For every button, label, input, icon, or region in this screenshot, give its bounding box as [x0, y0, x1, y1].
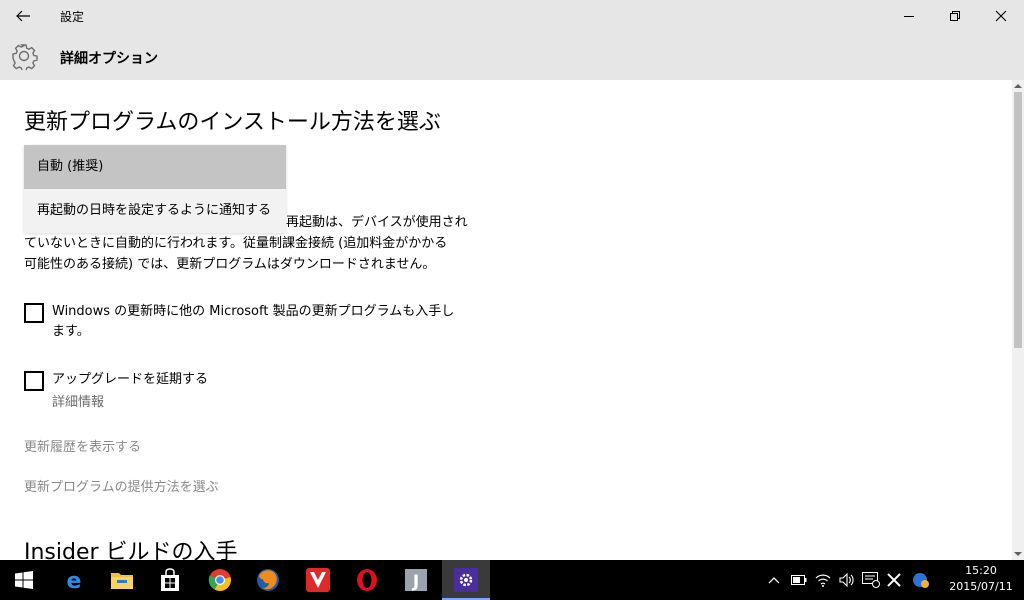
minimize-icon — [904, 16, 914, 17]
learn-more-link[interactable]: 詳細情報 — [52, 391, 104, 410]
close-button[interactable] — [978, 0, 1024, 32]
description-line: ていないときに自動的に行われます。従量制課金接続 (追加料金がかかる — [24, 236, 448, 251]
scroll-down-button[interactable] — [1012, 548, 1024, 560]
minimize-button[interactable] — [886, 0, 932, 32]
taskbar-chrome[interactable] — [196, 560, 244, 600]
start-button[interactable] — [0, 560, 48, 600]
file-explorer-icon — [111, 573, 133, 589]
action-center-button[interactable] — [860, 560, 882, 600]
back-arrow-icon — [16, 10, 30, 22]
close-icon — [995, 10, 1007, 22]
option-automatic[interactable]: 自動 (推奨) — [24, 145, 286, 189]
taskbar-edge[interactable]: e — [50, 560, 98, 600]
microsoft-updates-option[interactable]: Windows の更新時に他の Microsoft 製品の更新プログラムも入手し… — [24, 302, 454, 342]
vertical-scrollbar[interactable] — [1012, 80, 1024, 560]
label-line: Windows の更新時に他の Microsoft 製品の更新プログラムも入手し — [52, 304, 455, 319]
scroll-down-arrow-icon — [1014, 552, 1022, 556]
taskbar-clock[interactable]: 15:20 2015/07/11 — [946, 563, 1016, 595]
microsoft-updates-label: Windows の更新時に他の Microsoft 製品の更新プログラムも入手し… — [52, 302, 454, 342]
taskbar-vivaldi[interactable] — [294, 560, 342, 600]
restore-button[interactable] — [932, 0, 978, 32]
page-header: 詳細オプション — [0, 32, 1024, 80]
taskbar-firefox[interactable] — [244, 560, 292, 600]
edge-icon: e — [67, 569, 82, 592]
scroll-up-arrow-icon — [1014, 84, 1022, 88]
settings-icon — [454, 568, 478, 592]
option-notify-restart[interactable]: 再起動の日時を設定するように通知する — [24, 189, 286, 233]
taskbar-file-explorer[interactable] — [98, 560, 146, 600]
j-app-icon: J — [405, 569, 427, 592]
tray-close-button[interactable] — [884, 560, 904, 600]
scroll-up-button[interactable] — [1012, 80, 1024, 92]
battery-tray-button[interactable] — [788, 560, 810, 600]
taskbar-settings[interactable] — [442, 560, 490, 600]
defer-upgrades-option[interactable]: アップグレードを延期する — [24, 370, 208, 391]
store-icon — [161, 568, 179, 591]
scrollbar-thumb[interactable] — [1014, 92, 1022, 348]
back-button[interactable] — [8, 4, 38, 28]
taskbar-j-app[interactable]: J — [392, 560, 440, 600]
insider-builds-heading: Insider ビルドの入手 — [24, 540, 238, 560]
action-center-icon — [862, 572, 880, 588]
speaker-icon — [839, 573, 854, 587]
svg-text:J: J — [412, 572, 419, 592]
clock-date: 2015/07/11 — [949, 580, 1013, 593]
show-hidden-icons-button[interactable] — [764, 560, 784, 600]
install-method-dropdown[interactable]: 自動 (推奨) 再起動の日時を設定するように通知する — [24, 145, 286, 233]
defer-upgrades-label: アップグレードを延期する — [52, 372, 209, 387]
install-method-heading: 更新プログラムのインストール方法を選ぶ — [24, 110, 441, 135]
battery-icon — [791, 575, 807, 585]
title-bar: 設定 — [0, 0, 1024, 32]
sync-globe-icon — [913, 573, 929, 588]
microsoft-updates-checkbox[interactable] — [24, 303, 44, 323]
svg-text:e: e — [67, 569, 82, 592]
label-line: ます。 — [52, 324, 90, 339]
page-title: 詳細オプション — [60, 51, 158, 67]
taskbar: e J 15:20 2015/07/11 — [0, 560, 1024, 600]
close-x-icon — [887, 573, 901, 587]
choose-delivery-link[interactable]: 更新プログラムの提供方法を選ぶ — [24, 476, 219, 495]
view-update-history-link[interactable]: 更新履歴を表示する — [24, 436, 141, 455]
opera-icon — [357, 569, 377, 591]
defer-upgrades-checkbox[interactable] — [24, 371, 44, 391]
restore-icon — [950, 11, 960, 21]
chevron-up-icon — [768, 577, 780, 584]
taskbar-store[interactable] — [146, 560, 194, 600]
vivaldi-icon — [306, 568, 330, 592]
window-title: 設定 — [60, 10, 85, 24]
chrome-icon — [208, 569, 231, 591]
description-line: 可能性のある接続) では、更新プログラムはダウンロードされません。 — [24, 257, 436, 272]
clock-time: 15:20 — [965, 564, 997, 577]
windows-logo-icon — [15, 571, 33, 589]
gear-icon — [12, 44, 38, 70]
taskbar-opera[interactable] — [343, 560, 391, 600]
network-tray-button[interactable] — [812, 560, 834, 600]
firefox-icon — [257, 569, 279, 591]
sync-tray-button[interactable] — [910, 560, 932, 600]
volume-tray-button[interactable] — [836, 560, 858, 600]
wifi-icon — [815, 574, 831, 587]
settings-content: 更新プログラムのインストール方法を選ぶ 自動 (推奨) 再起動の日時を設定するよ… — [0, 80, 1012, 560]
